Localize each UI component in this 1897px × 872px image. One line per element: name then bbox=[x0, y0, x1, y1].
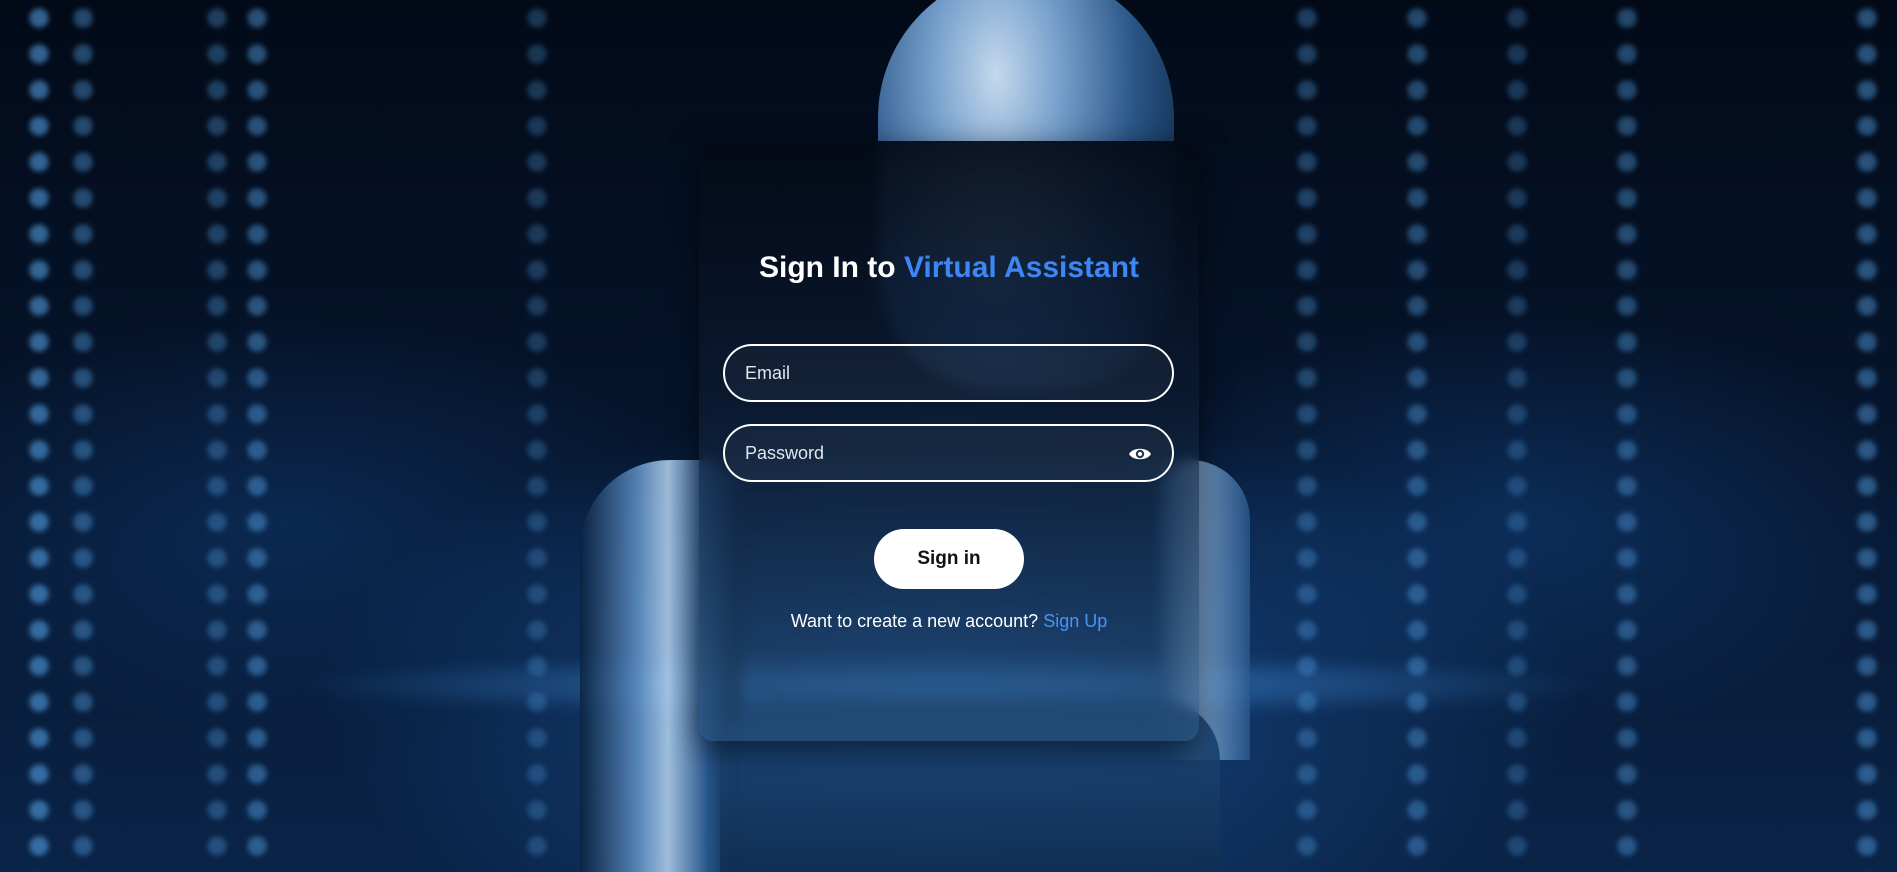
password-input[interactable] bbox=[725, 426, 1172, 480]
email-field bbox=[723, 344, 1174, 402]
background-glow bbox=[200, 0, 234, 872]
background-glow bbox=[22, 0, 56, 872]
background-glow bbox=[1400, 0, 1434, 872]
eye-icon[interactable] bbox=[1128, 444, 1152, 464]
email-input[interactable] bbox=[725, 346, 1172, 400]
signup-prompt-text: Want to create a new account? bbox=[790, 611, 1039, 631]
background-glow bbox=[1610, 0, 1644, 872]
title-accent: Virtual Assistant bbox=[903, 251, 1140, 284]
background-glow bbox=[240, 0, 274, 872]
signup-prompt: Want to create a new account? Sign Up bbox=[699, 611, 1199, 632]
title-prefix: Sign In to bbox=[758, 251, 896, 284]
background-glow bbox=[1850, 0, 1884, 872]
background-glow bbox=[520, 0, 554, 872]
signin-button[interactable]: Sign in bbox=[874, 529, 1024, 589]
page-title: Sign In to Virtual Assistant bbox=[699, 251, 1199, 285]
background-glow bbox=[1290, 0, 1324, 872]
password-field bbox=[723, 424, 1174, 482]
signin-card: Sign In to Virtual Assistant Sign in Wan… bbox=[699, 141, 1199, 741]
background-glow bbox=[1500, 0, 1534, 872]
background-glow bbox=[66, 0, 100, 872]
signup-link[interactable]: Sign Up bbox=[1043, 611, 1107, 631]
